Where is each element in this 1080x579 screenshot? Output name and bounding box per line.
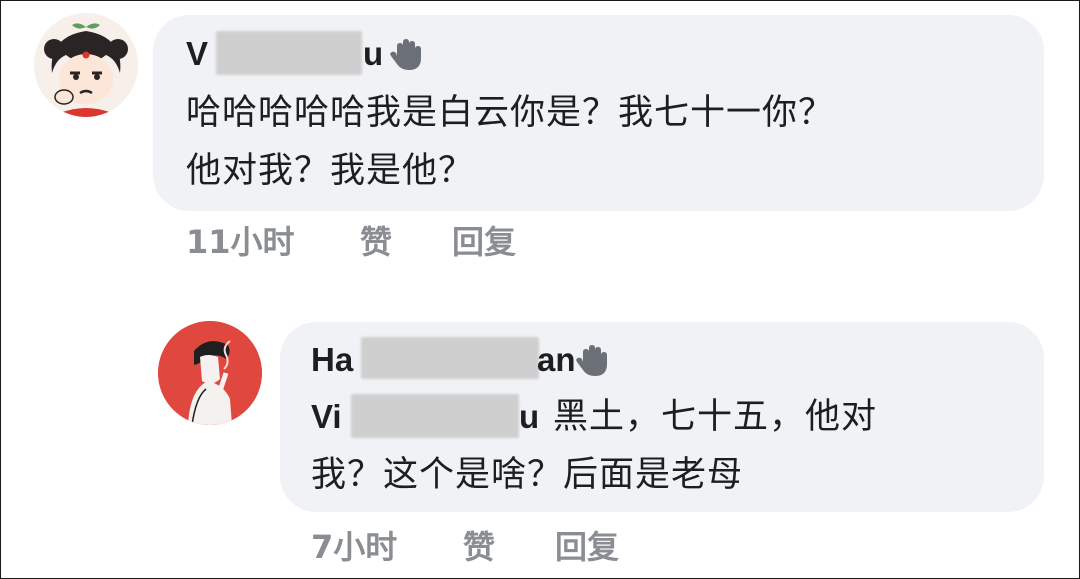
- mention-name-start: Vi: [311, 398, 342, 435]
- reply-button[interactable]: 回复: [555, 527, 619, 567]
- smoking-boy-avatar-icon: [158, 321, 262, 425]
- author-name-end: u: [363, 35, 384, 72]
- waving-hand-icon: [575, 342, 611, 382]
- author-name-start: Ha: [311, 341, 354, 378]
- redacted-mention-blur: [351, 394, 519, 438]
- comment-author[interactable]: V: [186, 34, 208, 74]
- author-name-end: an: [537, 341, 576, 378]
- reply-text-line-1: 黑土，七十五，他对: [553, 397, 878, 437]
- reply-meta: 7小时 赞 回复: [311, 527, 711, 567]
- timestamp[interactable]: 7小时: [311, 527, 397, 567]
- reply-text-line-2: 我？这个是啥？后面是老母: [311, 455, 744, 495]
- comment-meta: 11小时 赞 回复: [186, 222, 586, 262]
- waving-hand-icon: [389, 36, 425, 76]
- reply-author[interactable]: Ha: [311, 340, 353, 380]
- mention-tag[interactable]: Vi: [311, 397, 342, 437]
- reply-button[interactable]: 回复: [452, 222, 516, 262]
- author-name-start: V: [186, 35, 209, 72]
- comment-text-line-1: 哈哈哈哈哈我是白云你是？我七十一你？: [186, 93, 835, 133]
- like-button[interactable]: 赞: [463, 527, 495, 567]
- redacted-name-blur: [216, 31, 362, 75]
- redacted-name-blur: [361, 337, 539, 379]
- avatar[interactable]: [34, 13, 138, 117]
- timestamp[interactable]: 11小时: [186, 222, 295, 262]
- cartoon-girl-avatar-icon: [34, 13, 138, 117]
- like-button[interactable]: 赞: [360, 222, 392, 262]
- comment-text-line-2: 他对我？我是他？: [186, 151, 475, 191]
- mention-name-end: u: [519, 398, 540, 435]
- avatar[interactable]: [158, 321, 262, 425]
